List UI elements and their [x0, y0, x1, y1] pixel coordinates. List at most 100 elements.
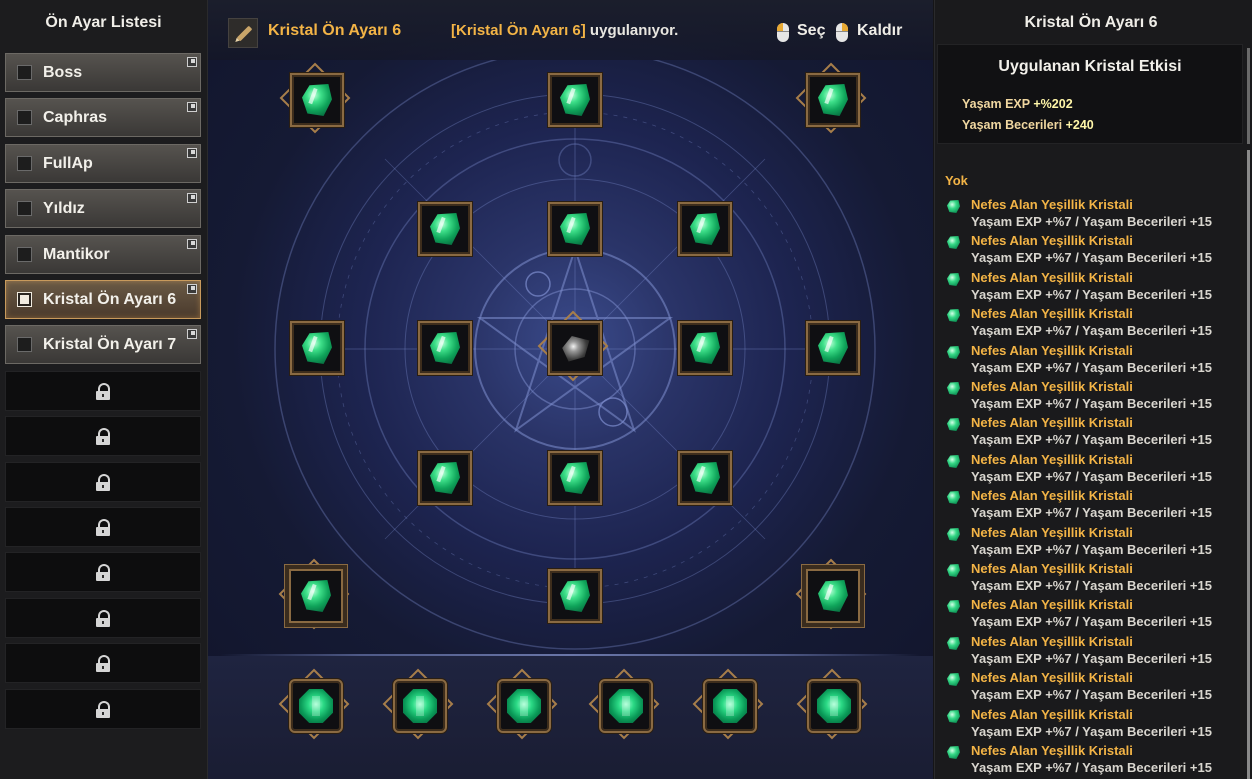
crystal-name: Nefes Alan Yeşillik Kristali	[971, 197, 1133, 212]
mouse-right-click-icon	[836, 23, 848, 42]
crystal-socket[interactable]	[678, 321, 732, 375]
applying-preset-highlight: [Kristal Ön Ayarı 6]	[451, 22, 586, 39]
crystal-effect: Yaşam EXP +%7 / Yaşam Becerileri +15	[971, 578, 1212, 593]
crystal-name: Nefes Alan Yeşillik Kristali	[971, 452, 1133, 467]
preset-checkbox[interactable]	[17, 247, 32, 262]
lock-icon	[96, 382, 110, 400]
list-item: Nefes Alan Yeşillik Kristali Yaşam EXP +%…	[947, 634, 1242, 670]
crystal-effect: Yaşam EXP +%7 / Yaşam Becerileri +15	[971, 505, 1212, 520]
bottom-crystal-socket[interactable]	[278, 668, 350, 740]
crystal-name: Nefes Alan Yeşillik Kristali	[971, 233, 1133, 248]
preset-item-yildiz[interactable]: Yıldız	[5, 189, 201, 228]
applied-effect-title: Uygulanan Kristal Etkisi	[998, 58, 1182, 75]
mouse-left-click-icon	[777, 23, 789, 42]
preset-item-kristal-6[interactable]: Kristal Ön Ayarı 6	[5, 280, 201, 319]
list-item: Nefes Alan Yeşillik Kristali Yaşam EXP +%…	[947, 197, 1242, 233]
crystal-board: Kristal Ön Ayarı 6 [Kristal Ön Ayarı 6] …	[208, 0, 933, 779]
expand-icon[interactable]	[187, 102, 197, 112]
bottom-crystal-socket[interactable]	[382, 668, 454, 740]
list-item: Nefes Alan Yeşillik Kristali Yaşam EXP +%…	[947, 670, 1242, 706]
preset-checkbox[interactable]	[17, 110, 32, 125]
list-item: Nefes Alan Yeşillik Kristali Yaşam EXP +%…	[947, 707, 1242, 743]
crystal-socket[interactable]	[548, 569, 602, 623]
preset-checkbox[interactable]	[17, 292, 32, 307]
crystal-socket[interactable]	[290, 321, 344, 375]
crystal-socket[interactable]	[548, 202, 602, 256]
green-crystal-icon	[947, 491, 960, 504]
select-hint: Seç	[797, 22, 826, 39]
crystal-effect: Yaşam EXP +%7 / Yaşam Becerileri +15	[971, 250, 1212, 265]
preset-checkbox[interactable]	[17, 65, 32, 80]
green-crystal-icon	[947, 673, 960, 686]
bottom-crystal-socket[interactable]	[796, 668, 868, 740]
applied-effect-box: Uygulanan Kristal Etkisi Yaşam EXP +%202…	[937, 44, 1243, 144]
lock-icon	[96, 700, 110, 718]
preset-item-mantikor[interactable]: Mantikor	[5, 235, 201, 274]
bottom-crystal-socket[interactable]	[588, 668, 660, 740]
preset-item-boss[interactable]: Boss	[5, 53, 201, 92]
expand-icon[interactable]	[187, 193, 197, 203]
locked-preset-slot	[5, 462, 201, 502]
crystal-socket[interactable]	[278, 558, 350, 630]
crystal-socket[interactable]	[548, 451, 602, 505]
crystal-name: Nefes Alan Yeşillik Kristali	[971, 379, 1133, 394]
preset-item-caphras[interactable]: Caphras	[5, 98, 201, 137]
list-item: Nefes Alan Yeşillik Kristali Yaşam EXP +%…	[947, 488, 1242, 524]
crystal-name: Nefes Alan Yeşillik Kristali	[971, 415, 1133, 430]
preset-checkbox[interactable]	[17, 156, 32, 171]
applying-suffix: uygulanıyor.	[585, 22, 679, 39]
preset-item-kristal-7[interactable]: Kristal Ön Ayarı 7	[5, 325, 201, 364]
bottom-crystal-socket[interactable]	[692, 668, 764, 740]
crystal-socket[interactable]	[678, 202, 732, 256]
bottom-crystal-socket[interactable]	[486, 668, 558, 740]
crystal-socket[interactable]	[418, 202, 472, 256]
crystal-socket[interactable]	[418, 321, 472, 375]
preset-item-fullap[interactable]: FullAp	[5, 144, 201, 183]
crystal-effect: Yaşam EXP +%7 / Yaşam Becerileri +15	[971, 360, 1212, 375]
crystal-socket[interactable]	[279, 62, 351, 134]
preset-checkbox[interactable]	[17, 201, 32, 216]
crystal-socket[interactable]	[795, 62, 867, 134]
crystal-socket[interactable]	[795, 558, 867, 630]
locked-preset-slot	[5, 643, 201, 683]
crystal-effect: Yaşam EXP +%7 / Yaşam Becerileri +15	[971, 651, 1212, 666]
effect-scrollbar[interactable]	[1247, 48, 1250, 144]
list-item: Nefes Alan Yeşillik Kristali Yaşam EXP +%…	[947, 525, 1242, 561]
list-item: Nefes Alan Yeşillik Kristali Yaşam EXP +%…	[947, 743, 1242, 779]
preset-label: FullAp	[43, 154, 93, 172]
crystal-socket[interactable]	[806, 321, 860, 375]
list-item: Nefes Alan Yeşillik Kristali Yaşam EXP +%…	[947, 561, 1242, 597]
green-crystal-icon	[947, 346, 960, 359]
expand-icon[interactable]	[187, 239, 197, 249]
crystal-effect: Yaşam EXP +%7 / Yaşam Becerileri +15	[971, 432, 1212, 447]
list-item: Nefes Alan Yeşillik Kristali Yaşam EXP +%…	[947, 270, 1242, 306]
expand-icon[interactable]	[187, 148, 197, 158]
crystal-list-scrollbar[interactable]	[1247, 150, 1250, 779]
effect-life-exp: Yaşam EXP +%202	[962, 97, 1073, 111]
crystal-effect: Yaşam EXP +%7 / Yaşam Becerileri +15	[971, 287, 1212, 302]
crystal-socket[interactable]	[418, 451, 472, 505]
green-crystal-icon	[947, 236, 960, 249]
current-preset-name: Kristal Ön Ayarı 6	[268, 22, 402, 39]
crystal-socket-center[interactable]	[537, 310, 609, 382]
crystal-effect: Yaşam EXP +%7 / Yaşam Becerileri +15	[971, 760, 1212, 775]
crystal-name: Nefes Alan Yeşillik Kristali	[971, 670, 1133, 685]
crystal-name: Nefes Alan Yeşillik Kristali	[971, 561, 1133, 576]
green-crystal-icon	[947, 637, 960, 650]
expand-icon[interactable]	[187, 284, 197, 294]
preset-label: Caphras	[43, 108, 108, 126]
edit-preset-button[interactable]	[228, 18, 258, 48]
crystal-name: Nefes Alan Yeşillik Kristali	[971, 707, 1133, 722]
expand-icon[interactable]	[187, 57, 197, 67]
crystal-socket[interactable]	[548, 73, 602, 127]
crystal-socket[interactable]	[678, 451, 732, 505]
locked-preset-slot	[5, 507, 201, 547]
crystal-effect: Yaşam EXP +%7 / Yaşam Becerileri +15	[971, 323, 1212, 338]
expand-icon[interactable]	[187, 329, 197, 339]
list-item: Nefes Alan Yeşillik Kristali Yaşam EXP +%…	[947, 233, 1242, 269]
preset-checkbox[interactable]	[17, 337, 32, 352]
lock-icon	[96, 427, 110, 445]
locked-preset-slot	[5, 416, 201, 456]
green-crystal-icon	[947, 273, 960, 286]
locked-preset-slot	[5, 552, 201, 592]
